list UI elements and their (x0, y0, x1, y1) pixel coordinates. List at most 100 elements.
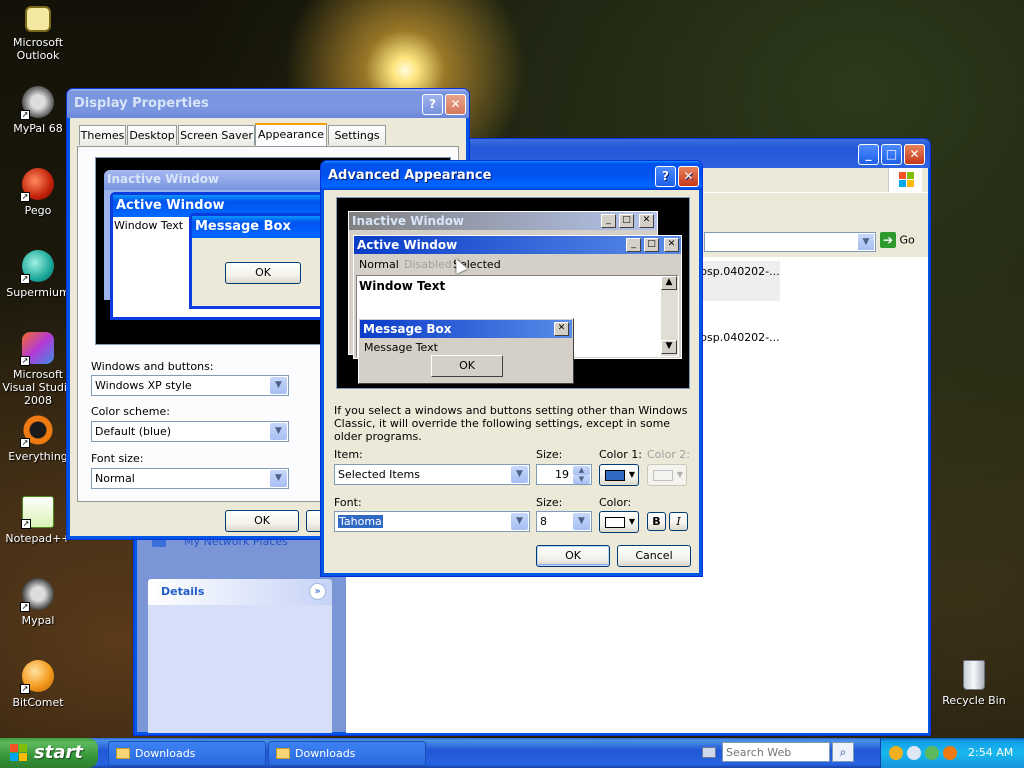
chevron-down-icon[interactable]: ▼ (511, 513, 528, 530)
start-button[interactable]: start (0, 738, 98, 768)
file-item[interactable]: psp.040202-... (700, 331, 780, 351)
font-color-label: Color: (599, 496, 632, 509)
preview-menubar: Normal Disabled Selected (354, 256, 681, 274)
color1-picker[interactable]: ▼ (599, 464, 639, 486)
supermium-icon: ↗ (20, 250, 54, 284)
desktop-icon-bitcomet[interactable]: ↗ BitComet (0, 660, 76, 709)
desktop-icon-label: Everything (8, 450, 68, 463)
desktop-icon-supermium[interactable]: ↗ Supermium (0, 250, 76, 299)
tray-everything-icon[interactable] (943, 746, 957, 760)
windows-logo-icon (888, 168, 922, 192)
spin-down-icon[interactable]: ▼ (573, 475, 590, 484)
address-input[interactable]: ▼ (704, 232, 876, 252)
close-button[interactable]: ✕ (678, 166, 699, 187)
file-item[interactable]: psp.040202-... (700, 261, 780, 301)
item-label: Item: (334, 448, 363, 461)
desktop-icon-pego[interactable]: ↗ Pego (0, 168, 76, 217)
desktop-icon-notepadpp[interactable]: ↗ Notepad++ (0, 496, 76, 545)
system-tray: 2:54 AM (880, 738, 1024, 768)
maximize-icon: □ (644, 238, 659, 252)
chevron-down-icon: ▼ (628, 517, 635, 526)
tray-search-icon[interactable] (907, 746, 921, 760)
desktop-icon-visual-studio[interactable]: ↗ Microsoft Visual Studio 2008 (0, 332, 76, 407)
taskbar-item-downloads[interactable]: Downloads (108, 741, 266, 766)
font-size-select[interactable]: Normal ▼ (91, 468, 289, 489)
tray-network-icon[interactable] (925, 746, 939, 760)
start-label: start (34, 742, 83, 763)
cancel-button[interactable]: Cancel (617, 545, 691, 567)
outlook-icon (25, 6, 51, 32)
preview-scrollbar: ▲ ▼ (661, 276, 678, 356)
maximize-button[interactable]: □ (881, 144, 902, 165)
color2-picker[interactable]: ▼ (647, 464, 687, 486)
ok-button[interactable]: OK (225, 510, 299, 532)
window-title: Display Properties (74, 96, 209, 111)
search-icon[interactable]: ⌕ (832, 742, 854, 762)
italic-button[interactable]: I (669, 512, 688, 531)
color-scheme-label: Color scheme: (91, 405, 170, 418)
tab-screen-saver[interactable]: Screen Saver (178, 125, 255, 145)
preview-window-text: Window Text (359, 279, 446, 293)
font-label: Font: (334, 496, 362, 509)
advanced-preview: Inactive Window _ □ ✕ Active Window _ □ … (336, 197, 690, 389)
scroll-up-icon: ▲ (661, 276, 677, 290)
tab-themes[interactable]: Themes (79, 125, 126, 145)
details-panel-body (148, 605, 332, 733)
taskbar: start Downloads Downloads ⌕ 2:54 AM (0, 738, 1024, 768)
windows-buttons-select[interactable]: Windows XP style ▼ (91, 375, 289, 396)
font-color-picker[interactable]: ▼ (599, 511, 639, 533)
close-button[interactable]: ✕ (445, 94, 466, 115)
keyboard-icon[interactable] (702, 747, 716, 758)
display-properties-title-bar[interactable]: Display Properties ? ✕ (67, 89, 469, 118)
color2-swatch (653, 470, 673, 481)
close-button[interactable]: ✕ (904, 144, 925, 165)
item-select[interactable]: Selected Items ▼ (334, 464, 530, 485)
size-label: Size: (536, 448, 563, 461)
preview-message-text: Message Text (364, 341, 438, 354)
font-size-select[interactable]: 8 ▼ (536, 511, 592, 532)
chevron-down-icon[interactable]: ▼ (573, 513, 590, 530)
minimize-icon: _ (601, 214, 616, 228)
desktop-icon-label: BitComet (12, 696, 64, 709)
web-search-input[interactable] (722, 742, 830, 762)
taskbar-item-downloads[interactable]: Downloads (268, 741, 426, 766)
minimize-button[interactable]: _ (858, 144, 879, 165)
desktop-icon-mypal[interactable]: ↗ Mypal (0, 578, 76, 627)
desktop-icon-mypal68[interactable]: ↗ MyPal 68 (0, 86, 76, 135)
chevron-down-icon[interactable]: ▼ (511, 466, 528, 483)
ok-button[interactable]: OK (536, 545, 610, 567)
help-button[interactable]: ? (655, 166, 676, 187)
details-label: Details (161, 585, 205, 598)
font-size-label: Size: (536, 496, 563, 509)
details-panel-header[interactable]: Details » (148, 579, 332, 605)
expand-chevron-icon[interactable]: » (309, 583, 326, 600)
tab-appearance[interactable]: Appearance (255, 123, 327, 146)
go-button[interactable]: ➔ Go (880, 232, 922, 252)
font-select[interactable]: Tahoma ▼ (334, 511, 530, 532)
bold-button[interactable]: B (647, 512, 666, 531)
chevron-down-icon[interactable]: ▼ (858, 234, 874, 250)
pego-icon: ↗ (20, 168, 54, 202)
help-button[interactable]: ? (422, 94, 443, 115)
desktop-icon-recycle-bin[interactable]: Recycle Bin (936, 660, 1012, 707)
desktop-icon-label: Pego (24, 204, 52, 217)
desktop-icon-outlook[interactable]: Microsoft Outlook (0, 6, 76, 62)
preview-menu-normal: Normal (359, 258, 399, 271)
chevron-down-icon[interactable]: ▼ (270, 423, 287, 440)
chevron-down-icon[interactable]: ▼ (270, 377, 287, 394)
clock[interactable]: 2:54 AM (968, 738, 1013, 768)
desktop-icon-everything[interactable]: ↗ Everything (0, 414, 76, 463)
advanced-appearance-title-bar[interactable]: Advanced Appearance ? ✕ (321, 161, 702, 190)
tray-app-icon[interactable] (889, 746, 903, 760)
tab-settings[interactable]: Settings (328, 125, 386, 145)
everything-search-icon: ↗ (20, 414, 54, 448)
tab-desktop[interactable]: Desktop (127, 125, 177, 145)
spin-up-icon[interactable]: ▲ (573, 466, 590, 475)
desktop-icon-label: Mypal (21, 614, 55, 627)
go-label: Go (899, 233, 915, 247)
size-spinner[interactable]: 19 ▲ ▼ (536, 464, 592, 485)
close-icon: ✕ (554, 322, 569, 336)
chevron-down-icon[interactable]: ▼ (270, 470, 287, 487)
color2-label: Color 2: (647, 448, 690, 461)
color-scheme-select[interactable]: Default (blue) ▼ (91, 421, 289, 442)
